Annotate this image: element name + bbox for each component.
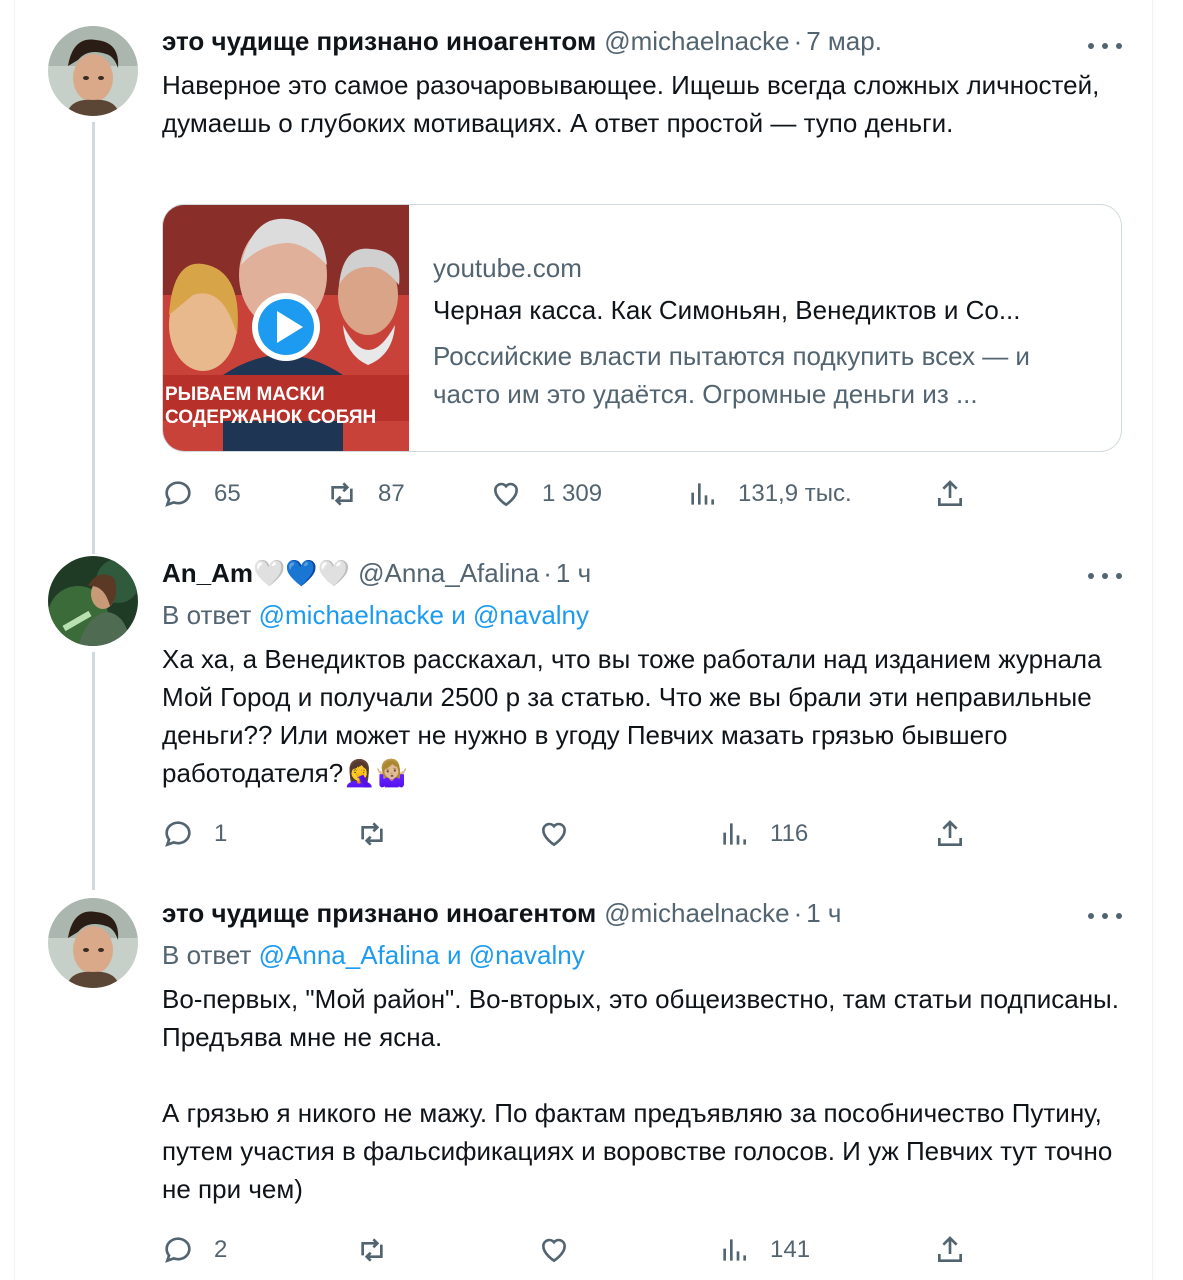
retweet-icon	[361, 822, 383, 846]
tweet-text: Ха ха, а Венедиктов расскахал, что вы то…	[162, 644, 1109, 788]
retweet-icon	[361, 1238, 383, 1262]
card-description: Российские власти пытаются подкупить все…	[433, 341, 1030, 409]
author-handle[interactable]: @michaelnacke	[604, 898, 789, 929]
mention-link[interactable]: @michaelnacke	[259, 600, 444, 630]
retweet-button[interactable]	[356, 818, 388, 850]
retweet-button[interactable]	[356, 1234, 388, 1266]
reply-button[interactable]: 2	[162, 1234, 227, 1266]
mention-link[interactable]: @navalny	[473, 600, 589, 630]
share-icon	[938, 1236, 962, 1262]
name-emoji: 🤍💙🤍	[253, 558, 351, 588]
views-icon	[723, 1239, 746, 1261]
avatar[interactable]	[48, 556, 138, 646]
tweet-header: An_Am 🤍💙🤍 @Anna_Afalina · 1 ч	[162, 558, 591, 589]
share-icon	[938, 480, 962, 506]
reply-count: 2	[214, 1236, 228, 1263]
thumb-caption: СОДЕРЖАНОК СОБЯН	[165, 407, 376, 428]
views-button[interactable]: 141	[718, 1234, 810, 1266]
reply-and: и	[451, 600, 466, 630]
views-count: 131,9 тыс.	[738, 480, 852, 507]
timestamp[interactable]: 1 ч	[556, 558, 591, 589]
timestamp[interactable]: 7 мар.	[806, 26, 882, 57]
share-button[interactable]	[934, 818, 966, 850]
mention-link[interactable]: @navalny	[469, 940, 585, 970]
share-button[interactable]	[934, 478, 966, 510]
views-button[interactable]: 131,9 тыс.	[686, 478, 852, 510]
tweet[interactable]: An_Am 🤍💙🤍 @Anna_Afalina · 1 ч В ответ @m…	[0, 540, 1183, 880]
author-name[interactable]: это чудище признано иноагентом	[162, 26, 596, 57]
reply-button[interactable]: 1	[162, 818, 227, 850]
tweet-text: Во-первых, "Мой район". Во-вторых, это о…	[162, 984, 1119, 1204]
reply-count: 1	[214, 820, 228, 847]
views-icon	[723, 823, 746, 845]
more-icon[interactable]	[1088, 566, 1122, 586]
views-count: 116	[770, 820, 809, 847]
link-card[interactable]: РЫВАЕМ МАСКИ СОДЕРЖАНОК СОБЯН youtube.co…	[162, 204, 1122, 452]
like-button[interactable]	[538, 1234, 570, 1266]
retweet-icon	[331, 482, 353, 506]
tweet-text: Наверное это самое разочаровывающее. Ище…	[162, 70, 1107, 138]
share-button[interactable]	[934, 1234, 966, 1266]
avatar[interactable]	[48, 26, 138, 116]
reply-icon	[165, 1237, 191, 1263]
author-handle[interactable]: @michaelnacke	[604, 26, 789, 57]
reply-context: В ответ @Anna_Afalina и @navalny	[162, 940, 585, 971]
like-icon	[541, 1238, 567, 1263]
like-icon	[493, 482, 519, 507]
tweet-header: это чудище признано иноагентом @michaeln…	[162, 26, 882, 57]
like-button[interactable]	[538, 818, 570, 850]
timestamp[interactable]: 1 ч	[806, 898, 841, 929]
avatar[interactable]	[48, 898, 138, 988]
separator: ·	[793, 26, 803, 56]
like-icon	[541, 822, 567, 847]
card-domain: youtube.com	[433, 253, 582, 283]
more-icon[interactable]	[1088, 36, 1122, 56]
tweet-header: это чудище признано иноагентом @michaeln…	[162, 898, 841, 929]
author-name[interactable]: это чудище признано иноагентом	[162, 898, 596, 929]
mention-link[interactable]: @Anna_Afalina	[259, 940, 440, 970]
thumb-caption: РЫВАЕМ МАСКИ	[165, 384, 325, 405]
tweet[interactable]: это чудище признано иноагентом @michaeln…	[0, 880, 1183, 1280]
views-button[interactable]: 116	[718, 818, 808, 850]
more-icon[interactable]	[1088, 906, 1122, 926]
reply-button[interactable]: 65	[162, 478, 241, 510]
like-count: 1 309	[542, 480, 603, 507]
reply-prefix: В ответ	[162, 600, 252, 630]
reply-prefix: В ответ	[162, 940, 252, 970]
share-icon	[938, 820, 962, 846]
reply-icon	[165, 481, 191, 507]
card-title: Черная касса. Как Симоньян, Венедиктов и…	[433, 295, 1021, 325]
retweet-button[interactable]: 87	[326, 478, 405, 510]
video-thumbnail[interactable]: РЫВАЕМ МАСКИ СОДЕРЖАНОК СОБЯН	[163, 205, 409, 451]
reply-context: В ответ @michaelnacke и @navalny	[162, 600, 589, 631]
separator: ·	[543, 558, 552, 588]
retweet-count: 87	[378, 480, 405, 507]
views-count: 141	[770, 1236, 811, 1263]
separator: ·	[793, 898, 803, 928]
reply-count: 65	[214, 480, 241, 507]
reply-icon	[165, 821, 191, 847]
views-icon	[691, 483, 714, 505]
author-name[interactable]: An_Am	[162, 558, 253, 589]
reply-and: и	[446, 940, 462, 970]
like-button[interactable]: 1 309	[490, 478, 602, 510]
author-handle[interactable]: @Anna_Afalina	[358, 558, 539, 589]
tweet[interactable]: это чудище признано иноагентом @michaeln…	[0, 0, 1183, 540]
